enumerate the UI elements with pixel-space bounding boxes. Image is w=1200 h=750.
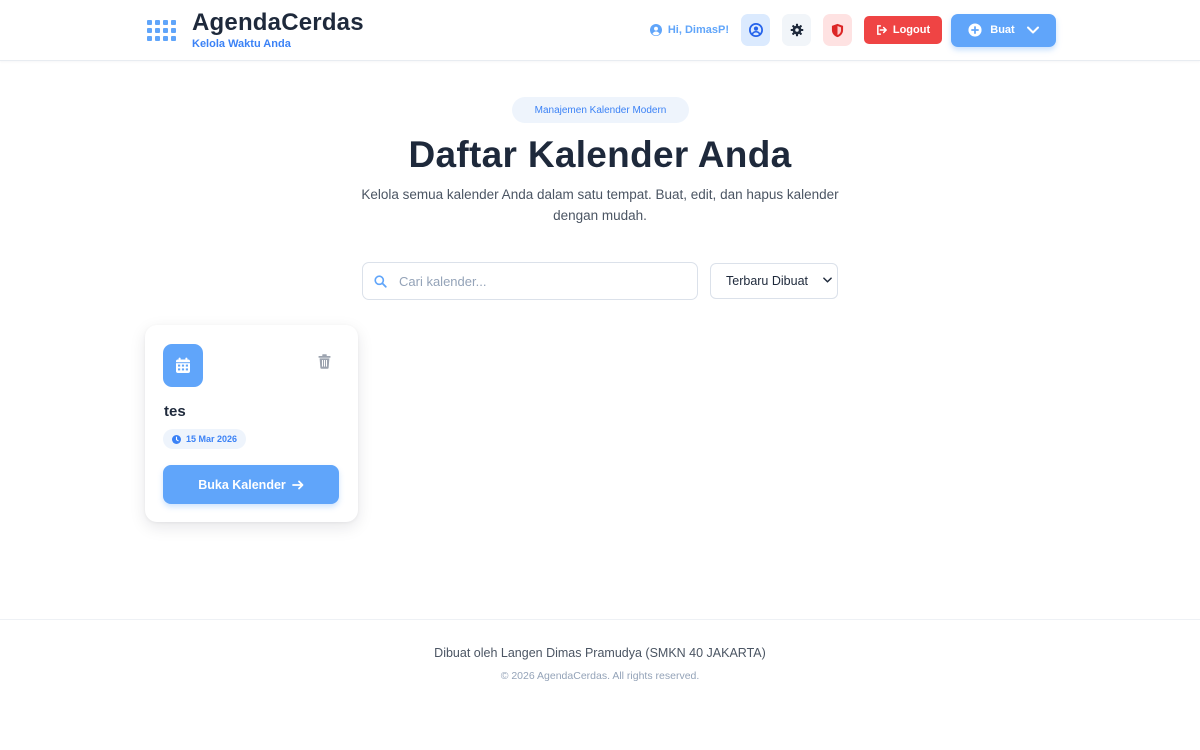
brand-title: AgendaCerdas	[192, 9, 364, 36]
footer-copyright: © 2026 AgendaCerdas. All rights reserved…	[500, 670, 700, 682]
settings-button[interactable]	[782, 14, 811, 46]
chevron-down-icon	[823, 277, 832, 283]
calendar-card: tes 15 Mar 2026 Buka Kalender	[145, 325, 358, 522]
calendar-icon	[163, 344, 203, 387]
trash-icon	[318, 353, 330, 369]
greeting-text: Hi, DimasP!	[667, 24, 729, 36]
logout-label: Logout	[892, 24, 931, 36]
nav-actions: Hi, DimasP! Logout Buat	[649, 13, 1056, 47]
search-box[interactable]	[362, 262, 698, 300]
open-calendar-button[interactable]: Buka Kalender	[163, 465, 339, 504]
grid-logo-icon	[147, 19, 176, 42]
gear-icon	[790, 23, 803, 37]
shield-icon	[831, 23, 844, 37]
brand-subtitle: Kelola Waktu Anda	[192, 38, 291, 50]
user-circle-icon	[748, 23, 763, 37]
brand-text: AgendaCerdas Kelola Waktu Anda	[192, 10, 364, 51]
logout-button[interactable]: Logout	[864, 16, 942, 44]
create-label: Buat	[990, 24, 1015, 36]
sort-select[interactable]: Terbaru Dibuat	[710, 263, 838, 299]
calendar-date: 15 Mar 2026	[185, 434, 238, 444]
calendar-date-badge: 15 Mar 2026	[163, 429, 246, 449]
search-input[interactable]	[399, 273, 679, 289]
logout-icon	[876, 25, 887, 35]
clock-icon	[171, 434, 181, 444]
open-calendar-label: Buka Kalender	[198, 477, 286, 492]
create-dropdown-button[interactable]: Buat	[951, 13, 1056, 47]
profile-button[interactable]	[741, 14, 770, 46]
arrow-right-icon	[291, 480, 304, 489]
hero-badge: Manajemen Kalender Modern	[512, 97, 689, 123]
sort-selected-value: Terbaru Dibuat	[726, 274, 808, 288]
top-navbar: AgendaCerdas Kelola Waktu Anda Hi, Dimas…	[0, 0, 1200, 61]
footer-credit: Dibuat oleh Langen Dimas Pramudya (SMKN …	[434, 646, 766, 660]
brand[interactable]: AgendaCerdas Kelola Waktu Anda	[147, 10, 364, 51]
plus-circle-icon	[968, 23, 982, 37]
user-circle-icon	[649, 24, 662, 36]
footer: Dibuat oleh Langen Dimas Pramudya (SMKN …	[0, 619, 1200, 750]
search-icon	[374, 274, 387, 288]
user-greeting: Hi, DimasP!	[649, 24, 729, 36]
calendar-name: tes	[164, 403, 186, 420]
page-title: Daftar Kalender Anda	[408, 134, 792, 175]
delete-calendar-button[interactable]	[317, 353, 331, 369]
admin-button[interactable]	[823, 14, 852, 46]
page-description: Kelola semua kalender Anda dalam satu te…	[361, 187, 839, 223]
chevron-down-icon	[1026, 26, 1039, 34]
